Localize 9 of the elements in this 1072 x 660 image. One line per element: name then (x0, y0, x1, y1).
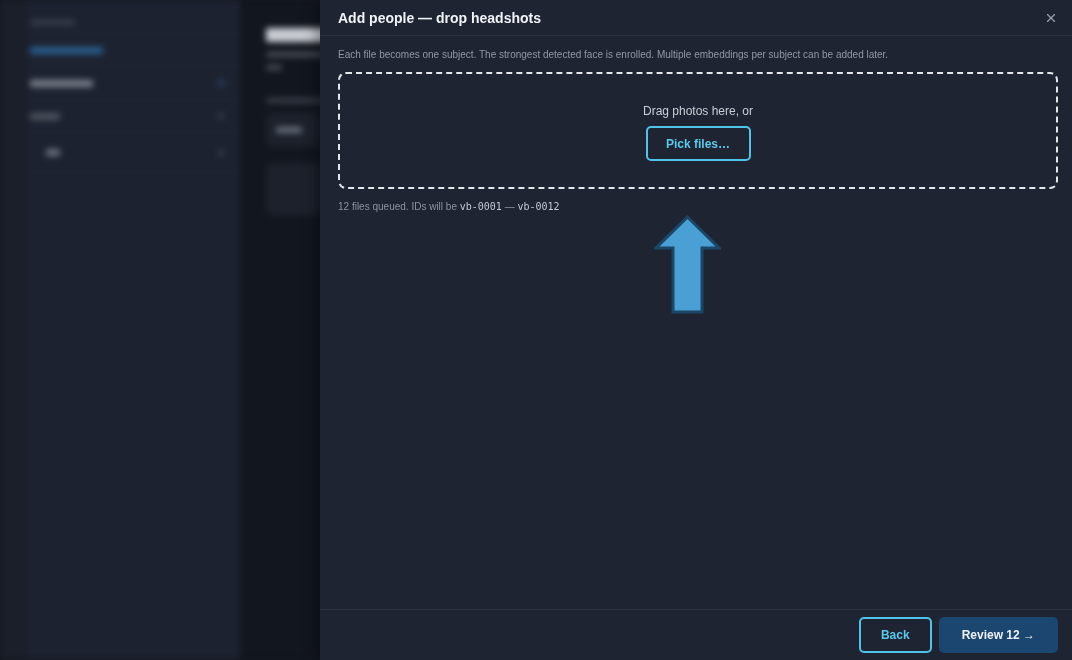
review-button[interactable]: Review 12 → (938, 617, 1058, 653)
back-button[interactable]: Back (858, 617, 932, 653)
drawer-description: Each file becomes one subject. The strongest detected face is enrolled. Multiple embeddings per subject can be added later. (338, 48, 890, 62)
drawer-title: Add people — drop headshots (338, 9, 541, 26)
up-arrow-icon (654, 215, 721, 314)
drop-zone[interactable]: Drag photos here, or Pick files… (338, 72, 1058, 189)
queue-note: 12 files queued. IDs will be vb-0001 — vb-0012 (338, 200, 560, 214)
drop-prompt: Drag photos here, or (642, 104, 754, 118)
pick-files-button[interactable]: Pick files… (645, 126, 751, 161)
